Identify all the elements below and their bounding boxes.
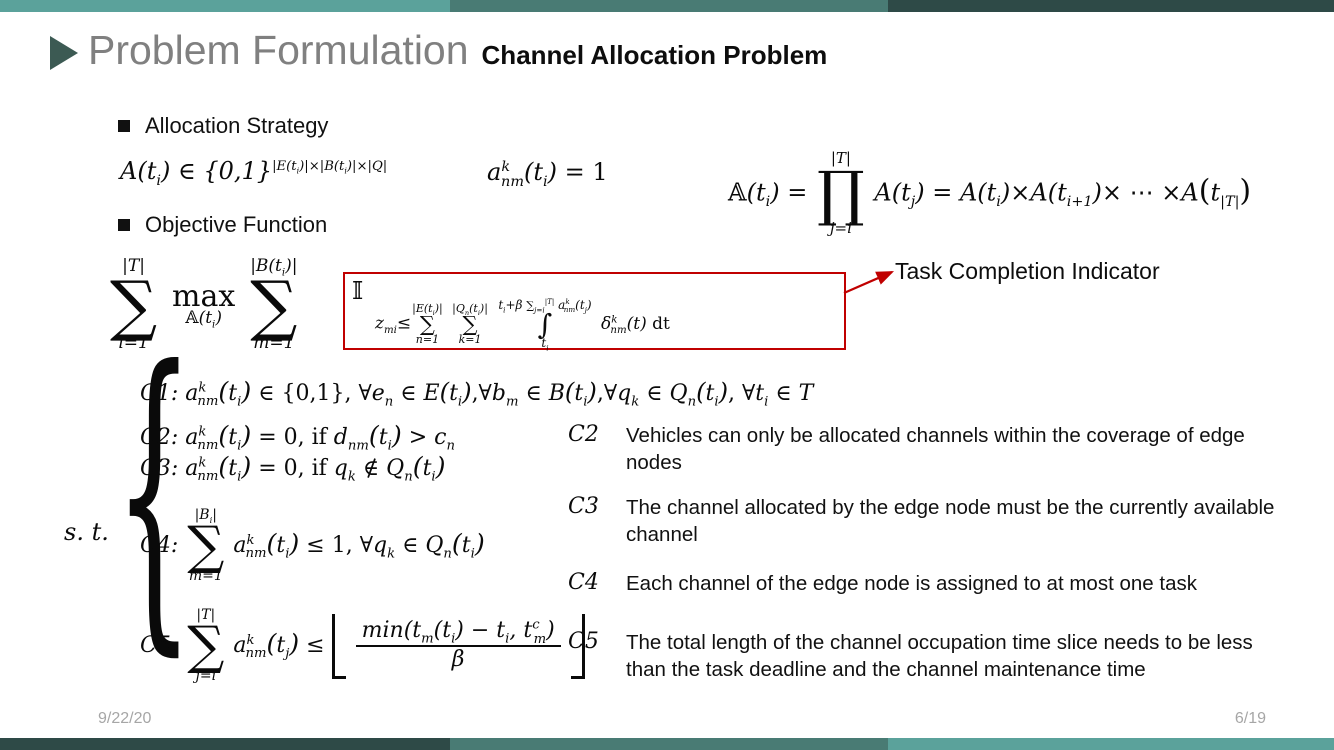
explanation-text: The channel allocated by the edge node m… — [626, 496, 1275, 547]
equation-assignment-equals-one: aknm(ti) = 1 — [487, 158, 608, 190]
explanation-text: Each channel of the edge node is assigne… — [626, 572, 1197, 595]
indicator-function-glyph: 𝕀 — [352, 277, 364, 305]
square-bullet-icon — [118, 120, 130, 132]
bullet-allocation-strategy-label: Allocation Strategy — [145, 113, 329, 138]
indicator-condition-expression: zmi≤ |E(ti)| ∑ n=1 |Qn(ti)| ∑ k=1 ti+β ∑… — [375, 297, 670, 353]
summation-operator-c4: |Bi| ∑ m=1 — [187, 507, 225, 585]
top-bar-segment-light — [0, 0, 450, 12]
explanation-row-c2: C2 Vehicles can only be allocated channe… — [568, 422, 1286, 477]
constraint-c4: C4: |Bi| ∑ m=1 aknm(ti) ≤ 1, ∀qk ∈ Qn(ti… — [140, 507, 485, 585]
explanation-text: The total length of the channel occupati… — [626, 631, 1253, 682]
footer-date: 9/22/20 — [98, 710, 152, 727]
explanation-row-c4: C4 Each channel of the edge node is assi… — [568, 570, 1286, 597]
constraint-c1: C1: aknm(ti) ∈ {0,1}, ∀en ∈ E(ti),∀bm ∈ … — [140, 377, 814, 410]
explanation-row-c5: C5 The total length of the channel occup… — [568, 629, 1286, 684]
footer-page-number: 6/19 — [1234, 710, 1266, 727]
top-accent-bar — [0, 0, 1334, 12]
title-subtitle-text: Channel Allocation Problem — [481, 40, 828, 70]
bullet-allocation-strategy: Allocation Strategy — [118, 113, 328, 139]
explanation-tag: C4 — [568, 570, 599, 595]
bottom-bar-segment-dark — [0, 738, 450, 750]
bottom-accent-bar — [0, 738, 1334, 750]
title-main-text: Problem Formulation — [88, 27, 469, 73]
bullet-objective-function: Objective Function — [118, 212, 327, 238]
subject-to-label: s. t. — [64, 518, 109, 546]
equation-allocation-product: 𝔸(ti) = |T| ∏ j=i A(tj) = A(ti)×A(ti+1)×… — [728, 149, 1252, 237]
top-bar-segment-dark — [888, 0, 1334, 12]
explanation-row-c3: C3 The channel allocated by the edge nod… — [568, 494, 1286, 549]
explanation-tag: C2 — [568, 422, 599, 447]
square-bullet-icon — [118, 219, 130, 231]
bottom-bar-segment-mid — [450, 738, 888, 750]
bottom-bar-segment-light — [888, 738, 1334, 750]
page-title: Problem Formulation Channel Allocation P… — [50, 30, 827, 71]
summation-operator-inner: |B(ti)| ∑ m=1 — [250, 256, 298, 354]
slide-canvas: Problem Formulation Channel Allocation P… — [0, 0, 1334, 750]
product-operator: |T| ∏ j=i — [817, 149, 865, 237]
fraction-c5: min(tm(ti) − ti, tcm) β — [355, 619, 561, 672]
explanation-tag: C3 — [568, 494, 599, 519]
constraint-c3: C3: aknm(ti) = 0, if qk ∉ Qn(ti) — [140, 452, 446, 485]
top-bar-segment-mid — [450, 0, 888, 12]
explanation-tag: C5 — [568, 629, 599, 654]
summation-operator-c5: |T| ∑ j=i — [187, 607, 225, 685]
constraint-c2: C2: aknm(ti) = 0, if dnm(ti) > cn — [140, 421, 455, 454]
explanation-text: Vehicles can only be allocated channels … — [626, 424, 1245, 475]
task-completion-indicator-label: Task Completion Indicator — [895, 258, 1160, 284]
floor-bracket-left-icon — [331, 613, 346, 679]
play-triangle-icon — [50, 35, 78, 70]
equation-allocation-domain: A(ti) ∈ {0,1}|E(ti)|×|B(ti)|×|Q| — [120, 157, 388, 189]
bullet-objective-function-label: Objective Function — [145, 212, 328, 237]
constraint-c5: C5: |T| ∑ j=i aknm(tj) ≤ min(tm(ti) − ti… — [140, 608, 585, 684]
